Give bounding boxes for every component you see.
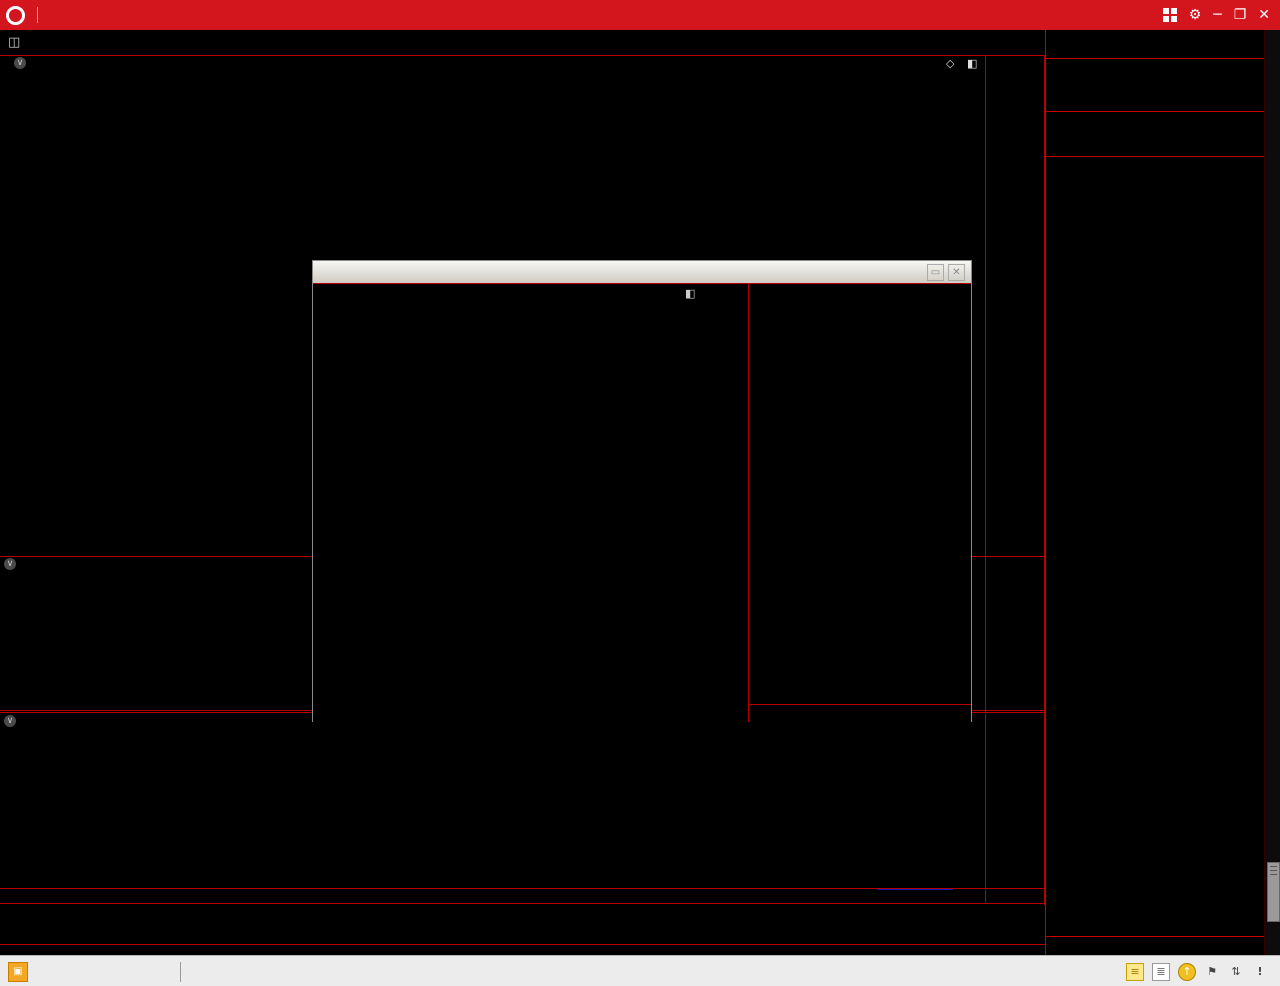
pin-icon[interactable]: ⚑ — [1204, 964, 1220, 980]
buy-row[interactable] — [1046, 83, 1265, 111]
restore-button[interactable]: ❐ — [1234, 7, 1247, 23]
panel-toggle-icon[interactable]: ◧ — [967, 57, 977, 70]
settings-gear-icon[interactable]: ⚙ — [1189, 7, 1202, 23]
popup-title-bar[interactable]: ▭ ✕ — [313, 261, 971, 283]
status-bar: ▣ ≡ ≣ ↑ ⚑ ⇅ ! — [0, 955, 1280, 986]
app-logo — [0, 6, 53, 25]
period-toolbar: ◫ — [0, 30, 1045, 56]
price-axis — [985, 55, 1045, 905]
market-row — [1046, 134, 1265, 156]
intraday-plot — [369, 304, 715, 686]
chevron-down-icon[interactable]: ∨ — [4, 558, 16, 570]
daily-macd-chart — [0, 731, 985, 888]
indicator-button-row — [0, 904, 1045, 923]
date-axis — [0, 889, 985, 903]
chevron-down-icon[interactable]: ∨ — [4, 715, 16, 727]
panel-scrollbar[interactable] — [1264, 30, 1280, 955]
tick-table-header — [750, 284, 971, 302]
diamond-marker-icon[interactable]: ◇ — [946, 57, 954, 70]
sell-row[interactable] — [1046, 59, 1265, 83]
macd-header: ∨ — [4, 715, 24, 727]
quote-panel — [1045, 30, 1265, 955]
popup-minimize-icon[interactable]: ▭ — [927, 264, 944, 281]
founder-logo-icon — [6, 6, 25, 25]
layout-split-icon[interactable]: ◫ — [8, 35, 20, 50]
scrollbar-thumb[interactable] — [1267, 862, 1280, 922]
quote-panel-tabs — [1046, 936, 1265, 955]
tick-detail-popup: ▭ ✕ ◧ — [312, 260, 972, 722]
minimize-button[interactable]: ─ — [1213, 7, 1221, 23]
apps-grid-icon[interactable] — [1163, 8, 1177, 22]
popup-close-icon[interactable]: ✕ — [948, 264, 965, 281]
indicator-extend-row — [0, 924, 1045, 943]
top-menu-bar: ⚙ ─ ❐ ✕ — [0, 0, 1280, 30]
sort-arrows-icon[interactable]: ⇅ — [1228, 964, 1244, 980]
brand-divider — [37, 7, 38, 23]
app-window: ⚙ ─ ❐ ✕ ◫ ∨ ∨ ∨ ◇ ◧ — [0, 0, 1280, 986]
tick-table-header — [1046, 157, 1265, 175]
popup-tick-area — [750, 284, 971, 722]
note-icon[interactable]: ≡ — [1126, 963, 1144, 981]
intraday-chart-area: ◧ — [313, 284, 749, 722]
panel-toggle-icon[interactable]: ◧ — [685, 287, 695, 300]
volume-header: ∨ — [4, 558, 24, 570]
alert-icon[interactable]: ! — [1252, 964, 1268, 980]
coin-up-icon[interactable]: ↑ — [1178, 963, 1196, 981]
document-icon[interactable]: ≣ — [1152, 963, 1170, 981]
close-button[interactable]: ✕ — [1258, 7, 1270, 23]
unit-row — [1046, 112, 1265, 134]
market-window-icon[interactable]: ▣ — [8, 962, 28, 982]
popup-tabs — [750, 704, 971, 722]
quote-header — [1046, 30, 1265, 58]
